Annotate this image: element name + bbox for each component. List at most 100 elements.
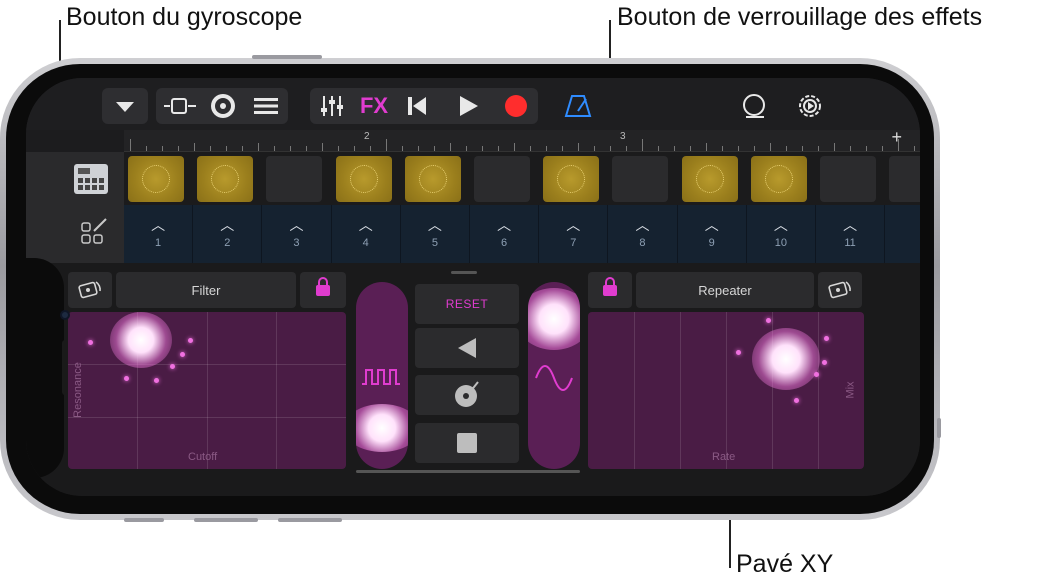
- pattern-cell[interactable]: [335, 156, 392, 202]
- pattern-cell[interactable]: [474, 156, 530, 202]
- add-section-button[interactable]: +: [891, 127, 902, 148]
- settings-button[interactable]: [788, 88, 832, 124]
- ruler-tick: [850, 146, 851, 151]
- loop-browser-button[interactable]: [732, 88, 776, 124]
- ruler-tick: [658, 146, 659, 151]
- right-xy-touch-glow: [752, 328, 820, 390]
- step-column[interactable]: ︿ 4: [332, 205, 401, 263]
- ruler-tick: [754, 146, 755, 151]
- browser-button[interactable]: [202, 88, 244, 124]
- metronome-icon: [564, 95, 592, 117]
- reverse-button[interactable]: [415, 328, 519, 368]
- ruler-tick: [610, 146, 611, 151]
- right-gyro-button[interactable]: [818, 272, 862, 308]
- ruler-tick: [466, 146, 467, 151]
- metronome-button[interactable]: [556, 88, 600, 124]
- record-button[interactable]: [494, 88, 538, 124]
- mixer-button[interactable]: [312, 88, 352, 124]
- chevron-up-icon: ︿: [497, 217, 512, 233]
- step-column[interactable]: ︿ 7: [539, 205, 609, 263]
- timeline-ruler[interactable]: 2 3 +: [124, 127, 920, 152]
- ruler-tick: [546, 146, 547, 151]
- scratch-button[interactable]: [415, 375, 519, 415]
- ruler-tick: [146, 146, 147, 151]
- step-column[interactable]: ︿ 9: [678, 205, 747, 263]
- gyroscope-icon: [828, 281, 851, 299]
- go-to-start-button[interactable]: [396, 88, 438, 124]
- toolbar: FX: [26, 78, 920, 130]
- ruler-tick: [498, 146, 499, 151]
- right-fx-title[interactable]: Repeater: [636, 272, 814, 308]
- step-column[interactable]: ︿ 2: [193, 205, 263, 263]
- loop-browser-icon: [743, 94, 765, 118]
- tracks-view-button[interactable]: [160, 88, 200, 124]
- sine-wave-icon: [535, 365, 573, 391]
- pattern-cell[interactable]: [197, 156, 254, 202]
- chevron-up-icon: ︿: [358, 217, 373, 233]
- pattern-cell[interactable]: [543, 156, 600, 202]
- pattern-cell[interactable]: [404, 156, 461, 202]
- left-effect-slider[interactable]: [356, 282, 408, 469]
- ruler-tick: [290, 146, 291, 151]
- track-controls-button[interactable]: [246, 88, 286, 124]
- left-lock-button[interactable]: [300, 272, 346, 308]
- drum-machine-track-header[interactable]: [26, 152, 124, 205]
- pattern-cell[interactable]: [128, 156, 184, 202]
- step-column[interactable]: ︿ 5: [401, 205, 470, 263]
- pattern-edit-header[interactable]: [26, 205, 124, 263]
- pattern-cell[interactable]: [266, 156, 323, 202]
- settings-icon: [799, 95, 821, 117]
- ruler-tick: [722, 146, 723, 151]
- ruler-tick: [226, 146, 227, 151]
- drum-pattern-row: [124, 152, 920, 205]
- gyroscope-icon: [78, 281, 101, 299]
- reset-button[interactable]: RESET: [415, 284, 519, 324]
- pattern-cell[interactable]: [750, 156, 807, 202]
- ruler-tick: [482, 146, 483, 151]
- pattern-cell[interactable]: [820, 156, 876, 202]
- chevron-up-icon: ︿: [427, 217, 442, 233]
- right-lock-button[interactable]: [588, 272, 632, 308]
- phone-bottom-button-3: [278, 518, 342, 522]
- panel-scrollbar[interactable]: [356, 470, 580, 473]
- panel-grabber[interactable]: [451, 271, 477, 274]
- figure: Bouton du gyroscope Bouton de verrouilla…: [0, 0, 1048, 585]
- phone-bottom-button-2: [194, 518, 258, 522]
- step-column[interactable]: ︿ 6: [470, 205, 540, 263]
- step-column[interactable]: ︿ 11: [816, 205, 886, 263]
- ruler-tick: [738, 146, 739, 151]
- square-wave-icon: [362, 369, 400, 385]
- live-loops-fx-panel: Filter Resonance Cutoff RESET Repeater M…: [26, 263, 920, 496]
- left-xy-pad[interactable]: Resonance Cutoff: [68, 312, 346, 469]
- pattern-cell[interactable]: [612, 156, 669, 202]
- step-column[interactable]: ︿ 8: [608, 205, 678, 263]
- browser-icon: [211, 94, 235, 118]
- left-fx-title[interactable]: Filter: [116, 272, 296, 308]
- ruler-bar-2: 2: [364, 131, 370, 142]
- ruler-tick: [626, 146, 627, 151]
- menu-button[interactable]: [102, 88, 148, 124]
- left-gyro-button[interactable]: [68, 272, 112, 308]
- step-column[interactable]: ︿ 10: [747, 205, 816, 263]
- ruler-tick: [338, 146, 339, 151]
- app-screen: FX 2 3 + ︿ 1 ︿ 2 ︿ 3 ︿ 4 ︿ 5 ︿ 6 ︿ 7 ︿ 8…: [26, 78, 920, 496]
- left-y-axis-label: Resonance: [71, 362, 84, 418]
- step-number: 5: [431, 237, 438, 249]
- right-xy-pad[interactable]: Mix Rate: [588, 312, 864, 469]
- stop-button[interactable]: [415, 423, 519, 463]
- chevron-up-icon: ︿: [704, 217, 719, 233]
- pattern-cell[interactable]: [681, 156, 738, 202]
- ruler-tick: [178, 146, 179, 151]
- phone-side-button: [937, 418, 941, 438]
- play-button[interactable]: [446, 88, 490, 124]
- pattern-cell[interactable]: [889, 156, 920, 202]
- ruler-tick: [210, 146, 211, 151]
- ruler-tick: [418, 146, 419, 151]
- ruler-tick: [450, 143, 451, 151]
- step-column[interactable]: ︿ 1: [124, 205, 194, 263]
- ruler-tick: [882, 146, 883, 151]
- go-to-start-icon: [408, 97, 426, 115]
- fx-button[interactable]: FX: [354, 88, 394, 124]
- right-effect-slider[interactable]: [528, 282, 580, 469]
- step-column[interactable]: ︿ 3: [262, 205, 332, 263]
